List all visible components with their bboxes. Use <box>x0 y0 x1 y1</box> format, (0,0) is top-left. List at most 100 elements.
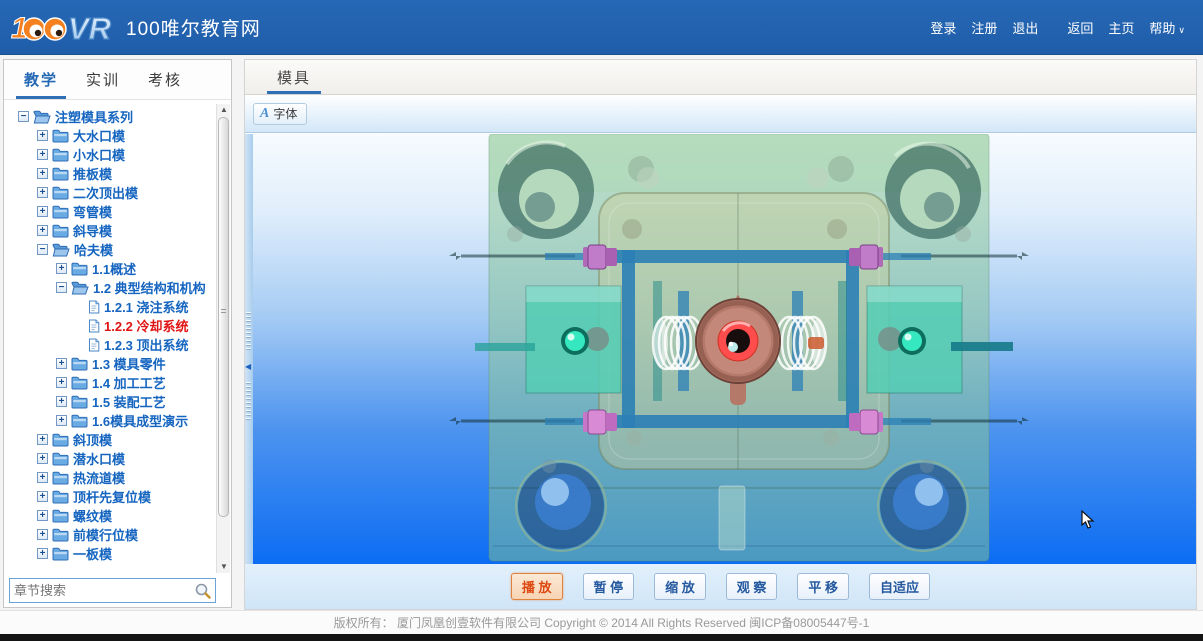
splitter-grip-icon <box>246 312 251 350</box>
expand-icon[interactable]: + <box>56 263 67 274</box>
nav-link-page-1[interactable]: 主页 <box>1108 18 1134 37</box>
font-button[interactable]: A 字体 <box>253 103 307 125</box>
folder-icon <box>52 224 69 238</box>
footer: 版权所有： 厦门凤凰创壹软件有限公司 Copyright © 2014 All … <box>0 610 1203 634</box>
tree-item[interactable]: +螺纹模 <box>4 506 231 525</box>
expand-icon[interactable]: + <box>37 529 48 540</box>
expand-icon[interactable]: + <box>56 415 67 426</box>
tree-item[interactable]: + 弯管模 <box>4 202 231 221</box>
viewer-toolbar: A 字体 <box>245 95 1196 133</box>
tree-item-label: 哈夫模 <box>74 240 113 259</box>
viewer-canvas[interactable]: ◀ <box>245 134 1196 566</box>
nav-link-help[interactable]: 帮助∨ <box>1149 18 1185 37</box>
tree-item[interactable]: − 哈夫模 <box>4 240 231 259</box>
course-tree: −注塑模具系列+大水口模+小水口模+推板模+二次顶出模+弯管模+斜导模−哈夫模+… <box>4 101 231 575</box>
zoom-button[interactable]: 缩 放 <box>654 573 706 600</box>
play-button[interactable]: 播 放 <box>511 573 563 600</box>
sidebar-tab-2[interactable]: 考核 <box>134 60 196 99</box>
autofit-button[interactable]: 自适应 <box>869 573 930 600</box>
chapter-search-input[interactable] <box>14 583 194 598</box>
folder-icon <box>52 490 69 504</box>
tree-item[interactable]: 1.2.1 浇注系统 <box>4 297 231 316</box>
tree-item-label: 前模行位模 <box>73 525 138 544</box>
folder-open-icon <box>52 243 70 257</box>
panel-splitter[interactable]: ◀ <box>245 134 253 566</box>
nav-link-page-0[interactable]: 返回 <box>1067 18 1093 37</box>
tree-item[interactable]: +斜导模 <box>4 221 231 240</box>
scrollbar-thumb[interactable] <box>218 117 229 517</box>
expand-icon[interactable]: + <box>37 168 48 179</box>
scroll-down-icon[interactable]: ▼ <box>217 561 231 573</box>
tree-item[interactable]: +1.4 加工工艺 <box>4 373 231 392</box>
tree-item[interactable]: 1.2.2 冷却系统 <box>4 316 231 335</box>
folder-icon <box>71 395 88 409</box>
splitter-grip-icon <box>246 382 251 420</box>
folder-open-icon <box>33 110 51 124</box>
tree-item[interactable]: +小水口模 <box>4 145 231 164</box>
folder-icon <box>71 414 88 428</box>
expand-icon[interactable]: + <box>37 453 48 464</box>
expand-icon[interactable]: + <box>37 491 48 502</box>
expand-icon[interactable]: + <box>56 377 67 388</box>
expand-icon[interactable]: + <box>37 472 48 483</box>
collapse-icon[interactable]: − <box>56 282 67 293</box>
search-icon[interactable] <box>194 582 211 599</box>
tree-item[interactable]: +1.1概述 <box>4 259 231 278</box>
bottom-slot <box>719 486 745 550</box>
mold-3d-model[interactable] <box>245 134 1196 566</box>
tree-item-label: 弯管模 <box>73 202 112 221</box>
tree-item[interactable]: +1.6模具成型演示 <box>4 411 231 430</box>
scroll-up-icon[interactable]: ▲ <box>217 104 231 116</box>
expand-icon[interactable]: + <box>37 548 48 559</box>
tab-mold[interactable]: 模具 <box>263 60 325 94</box>
folder-icon <box>52 452 69 466</box>
tree-item-label: 顶杆先复位模 <box>73 487 151 506</box>
doc-icon <box>88 300 100 314</box>
sidebar-tab-1[interactable]: 实训 <box>72 60 134 99</box>
tree-item[interactable]: + 顶杆先复位模 <box>4 487 231 506</box>
splitter-collapse-icon[interactable]: ◀ <box>245 362 251 371</box>
tree-item[interactable]: +推板模 <box>4 164 231 183</box>
pan-button[interactable]: 平 移 <box>797 573 849 600</box>
expand-icon[interactable]: + <box>37 225 48 236</box>
site-logo-icon[interactable]: 1 VR <box>10 8 114 46</box>
doc-icon <box>88 319 100 333</box>
collapse-icon[interactable]: − <box>18 111 29 122</box>
tree-item[interactable]: +1.5 装配工艺 <box>4 392 231 411</box>
nav-link-session-0[interactable]: 登录 <box>930 18 956 37</box>
tree-item[interactable]: +潜水口模 <box>4 449 231 468</box>
tree-item-label: 二次顶出模 <box>73 183 138 202</box>
sidebar-scrollbar[interactable]: ▲ ▼ <box>216 104 230 573</box>
tree-item[interactable]: −注塑模具系列 <box>4 107 231 126</box>
expand-icon[interactable]: + <box>37 206 48 217</box>
nav-link-session-2[interactable]: 退出 <box>1012 18 1038 37</box>
tree-item[interactable]: +1.3 模具零件 <box>4 354 231 373</box>
expand-icon[interactable]: + <box>56 358 67 369</box>
tree-item[interactable]: +一板模 <box>4 544 231 563</box>
collapse-icon[interactable]: − <box>37 244 48 255</box>
tree-item[interactable]: +热流道模 <box>4 468 231 487</box>
tree-item[interactable]: + 前模行位模 <box>4 525 231 544</box>
expand-icon[interactable]: + <box>37 130 48 141</box>
tree-item-label: 1.2 典型结构和机构 <box>93 278 206 297</box>
tree-item[interactable]: +大水口模 <box>4 126 231 145</box>
expand-icon[interactable]: + <box>37 187 48 198</box>
sidebar-tab-0[interactable]: 教学 <box>10 60 72 99</box>
tree-item-label: 1.2.3 顶出系统 <box>104 335 189 354</box>
folder-open-icon <box>71 281 89 295</box>
observe-button[interactable]: 观 察 <box>726 573 778 600</box>
folder-icon <box>52 547 69 561</box>
tree-item[interactable]: − 1.2 典型结构和机构 <box>4 278 231 297</box>
tree-item[interactable]: + 二次顶出模 <box>4 183 231 202</box>
guide-bushing-bottom-left <box>516 461 606 551</box>
expand-icon[interactable]: + <box>37 149 48 160</box>
logo-eye-icon <box>23 18 45 40</box>
tree-item[interactable]: +斜顶模 <box>4 430 231 449</box>
pause-button[interactable]: 暂 停 <box>583 573 635 600</box>
nav-link-session-1[interactable]: 注册 <box>971 18 997 37</box>
expand-icon[interactable]: + <box>56 396 67 407</box>
expand-icon[interactable]: + <box>37 434 48 445</box>
guide-bushing-bottom-right <box>878 461 968 551</box>
tree-item[interactable]: 1.2.3 顶出系统 <box>4 335 231 354</box>
expand-icon[interactable]: + <box>37 510 48 521</box>
